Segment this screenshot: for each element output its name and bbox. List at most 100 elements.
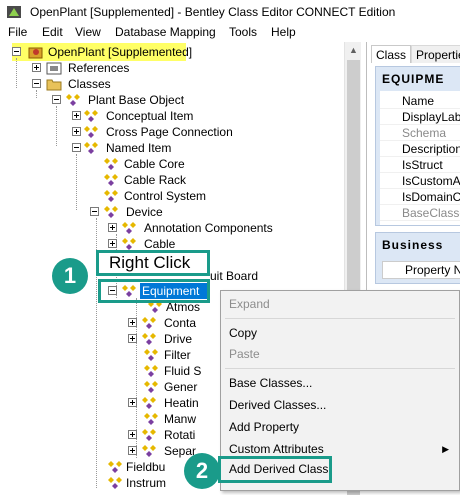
- expand-toggle[interactable]: [32, 63, 41, 72]
- app-icon: [7, 6, 21, 18]
- prop-name[interactable]: Name: [380, 93, 460, 109]
- expand-toggle[interactable]: [128, 430, 137, 439]
- window-title: OpenPlant [Supplemented] - Bentley Class…: [30, 5, 396, 19]
- collapse-toggle[interactable]: [90, 207, 99, 216]
- tree-item-annotation-components[interactable]: Annotation Components: [108, 220, 338, 236]
- tree-item-label: Rotati: [164, 428, 196, 442]
- group-title: Business: [382, 238, 444, 252]
- class-icon: [144, 381, 158, 393]
- tree-item-label: Cross Page Connection: [106, 125, 233, 139]
- class-icon: [104, 174, 118, 186]
- menu-item-paste[interactable]: Paste: [221, 344, 459, 365]
- prop-display-label[interactable]: DisplayLabe: [380, 109, 460, 125]
- tree-item-label: Classes: [68, 77, 111, 91]
- tree-item-child[interactable]: Gener: [144, 379, 220, 395]
- tree-item-label: Cable Core: [124, 157, 185, 171]
- expand-toggle[interactable]: [128, 398, 137, 407]
- right-click-callout: Right Click: [96, 250, 210, 276]
- class-icon: [84, 142, 98, 154]
- tab-class[interactable]: Class: [371, 45, 412, 63]
- tree-item-label: Annotation Components: [144, 221, 273, 235]
- tree-item-label: Device: [126, 205, 163, 219]
- class-icon: [144, 413, 158, 425]
- menu-view[interactable]: View: [75, 25, 101, 39]
- class-icon: [66, 94, 80, 106]
- tree-item-label: Gener: [164, 380, 198, 394]
- tree-item-label: Control System: [124, 189, 207, 203]
- tree-item-control-system[interactable]: Control System: [104, 188, 264, 204]
- collapse-toggle[interactable]: [52, 95, 61, 104]
- class-details-group: EQUIPME Name DisplayLabe Schema Descript…: [375, 66, 460, 226]
- tab-properties[interactable]: Propertie: [411, 45, 460, 63]
- equipment-callout-box: [98, 279, 210, 303]
- collapse-toggle[interactable]: [72, 143, 81, 152]
- menu-item-add-property[interactable]: Add Property: [221, 417, 459, 438]
- tree-item-label: Filter: [164, 348, 191, 362]
- expand-toggle[interactable]: [108, 239, 117, 248]
- menu-help[interactable]: Help: [271, 25, 296, 39]
- expand-toggle[interactable]: [72, 111, 81, 120]
- tree-item-label: References: [68, 61, 130, 75]
- expand-toggle[interactable]: [128, 318, 137, 327]
- prop-base-classes[interactable]: BaseClasse: [380, 205, 460, 221]
- tree-item-label: Instrum: [126, 476, 167, 490]
- menu-bar: File Edit View Database Mapping Tools He…: [0, 24, 460, 42]
- class-icon: [84, 126, 98, 138]
- class-icon: [144, 365, 158, 377]
- menu-item-copy[interactable]: Copy: [221, 323, 459, 344]
- class-icon: [108, 461, 122, 473]
- group-title: EQUIPME: [382, 72, 445, 86]
- expand-toggle[interactable]: [128, 446, 137, 455]
- class-icon: [142, 429, 156, 441]
- menu-item-base-classes[interactable]: Base Classes...: [221, 373, 459, 394]
- prop-is-domain-class[interactable]: IsDomainCl: [380, 189, 460, 205]
- menu-item-derived-classes[interactable]: Derived Classes...: [221, 395, 459, 416]
- scroll-up-arrow-icon[interactable]: ▲: [345, 42, 362, 59]
- tree-item-child[interactable]: Fluid S: [144, 363, 220, 379]
- tree-item-label: Manw: [164, 412, 197, 426]
- class-icon: [108, 477, 122, 489]
- expand-toggle[interactable]: [108, 223, 117, 232]
- tree-item-plant-base-object[interactable]: Plant Base Object: [52, 92, 212, 108]
- prop-description[interactable]: Description: [380, 141, 460, 157]
- tree-item-named-item[interactable]: Named Item: [72, 140, 232, 156]
- tree-item-child[interactable]: Rotati: [128, 427, 220, 443]
- class-icon: [84, 110, 98, 122]
- tree-item-child[interactable]: Manw: [144, 411, 220, 427]
- prop-is-custom-attribute[interactable]: IsCustomAt: [380, 173, 460, 189]
- menu-file[interactable]: File: [8, 25, 27, 39]
- prop-is-struct[interactable]: IsStruct: [380, 157, 460, 173]
- class-icon: [144, 349, 158, 361]
- tree-item-root[interactable]: OpenPlant [Supplemented]: [12, 44, 192, 60]
- tree-item-device[interactable]: Device: [90, 204, 250, 220]
- menu-tools[interactable]: Tools: [229, 25, 257, 39]
- tree-item-circuit-board[interactable]: uit Board: [210, 268, 290, 284]
- collapse-toggle[interactable]: [32, 79, 41, 88]
- business-group: Business Property Na: [375, 232, 460, 284]
- tree-item-child[interactable]: Drive: [128, 331, 220, 347]
- class-icon: [104, 158, 118, 170]
- expand-toggle[interactable]: [72, 127, 81, 136]
- menu-item-expand[interactable]: Expand: [221, 294, 459, 315]
- class-icon: [122, 238, 136, 250]
- tree-item-cable-rack[interactable]: Cable Rack: [104, 172, 264, 188]
- menu-database-mapping[interactable]: Database Mapping: [115, 25, 216, 39]
- tree-item-child[interactable]: Filter: [144, 347, 220, 363]
- property-name-header[interactable]: Property Na: [382, 261, 460, 279]
- tree-item-cross-page-connection[interactable]: Cross Page Connection: [72, 124, 252, 140]
- title-bar: OpenPlant [Supplemented] - Bentley Class…: [0, 0, 460, 24]
- prop-schema[interactable]: Schema: [380, 125, 460, 141]
- expand-toggle[interactable]: [128, 334, 137, 343]
- tree-line: [16, 58, 17, 88]
- tree-item-child[interactable]: Heatin: [128, 395, 220, 411]
- class-icon: [142, 317, 156, 329]
- step-2-badge: 2: [184, 453, 220, 489]
- tree-item-classes[interactable]: Classes: [32, 76, 152, 92]
- menu-edit[interactable]: Edit: [42, 25, 63, 39]
- collapse-toggle[interactable]: [12, 47, 21, 56]
- menu-separator: [225, 368, 455, 369]
- tree-item-child[interactable]: Conta: [128, 315, 220, 331]
- tree-item-references[interactable]: References: [32, 60, 152, 76]
- tree-item-conceptual-item[interactable]: Conceptual Item: [72, 108, 232, 124]
- tree-item-cable-core[interactable]: Cable Core: [104, 156, 264, 172]
